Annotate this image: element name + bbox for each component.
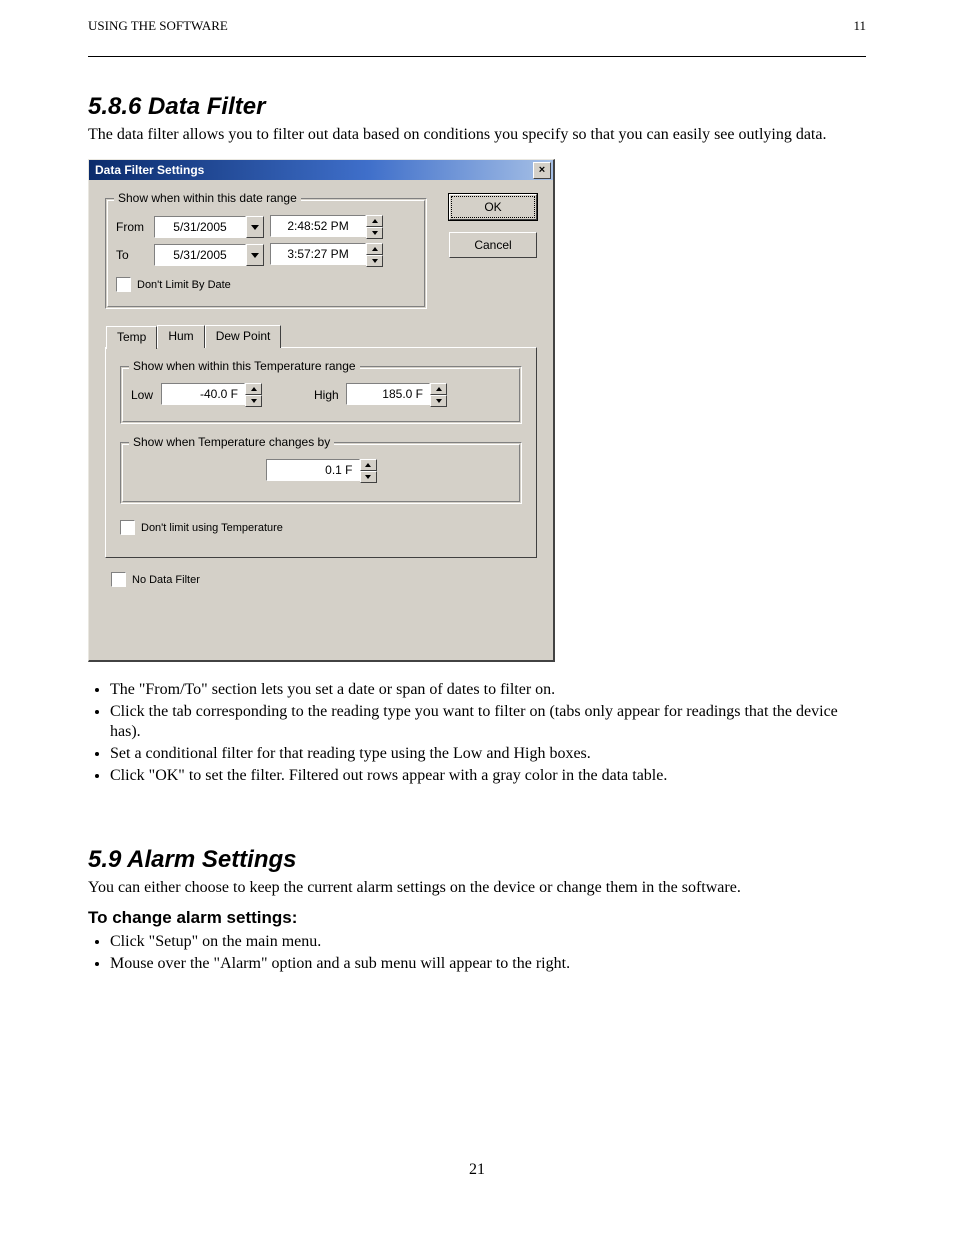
tab-temp[interactable]: Temp [106, 326, 157, 349]
high-down[interactable] [430, 395, 447, 407]
to-date-value: 5/31/2005 [154, 244, 246, 266]
list-item: Mouse over the "Alarm" option and a sub … [110, 954, 866, 974]
chevron-down-icon [372, 259, 378, 263]
cancel-button-label: Cancel [474, 238, 511, 252]
delta-value-spinner[interactable]: 0.1 F [266, 459, 377, 483]
from-date-picker[interactable]: 5/31/2005 [154, 216, 264, 238]
chevron-up-icon [251, 387, 257, 391]
low-value: -40.0 F [161, 383, 245, 405]
low-label: Low [131, 388, 157, 402]
list-item: Set a conditional filter for that readin… [110, 744, 866, 764]
list-item: Click the tab corresponding to the readi… [110, 702, 866, 742]
no-data-filter-label: No Data Filter [132, 574, 200, 586]
cancel-button[interactable]: Cancel [449, 232, 537, 258]
list-item: Click "Setup" on the main menu. [110, 932, 866, 952]
temperature-delta-group: Show when Temperature changes by 0.1 F [120, 442, 522, 504]
page-number: 21 [0, 1161, 954, 1179]
delta-value: 0.1 F [266, 459, 360, 481]
low-up[interactable] [245, 383, 262, 395]
from-label: From [116, 220, 148, 234]
chevron-up-icon [372, 219, 378, 223]
from-time-down[interactable] [366, 227, 383, 239]
chevron-down-icon [251, 399, 257, 403]
section-5.9-heading: 5.9 Alarm Settings [88, 846, 866, 874]
to-time-up[interactable] [366, 243, 383, 255]
tab-bar: Temp Hum Dew Point [106, 325, 537, 348]
temperature-range-caption: Show when within this Temperature range [129, 359, 360, 373]
section-5.8.6-heading: 5.8.6 Data Filter [88, 93, 866, 121]
from-time-picker[interactable]: 2:48:52 PM [270, 215, 383, 239]
header-right: 11 [853, 18, 866, 34]
tab-dew-point[interactable]: Dew Point [205, 325, 282, 348]
chevron-down-icon [251, 253, 259, 258]
header-rule [88, 56, 866, 57]
section-5.8.6-bullets: The "From/To" section lets you set a dat… [110, 680, 866, 786]
list-item: The "From/To" section lets you set a dat… [110, 680, 866, 700]
from-time-value: 2:48:52 PM [270, 215, 366, 237]
section-5.9-intro: You can either choose to keep the curren… [88, 878, 866, 898]
tab-hum[interactable]: Hum [157, 325, 204, 348]
chevron-down-icon [372, 231, 378, 235]
title-bar-text: Data Filter Settings [95, 163, 204, 177]
section-5.9-subheading: To change alarm settings: [88, 908, 866, 928]
dont-limit-temperature-label: Don't limit using Temperature [141, 522, 283, 534]
chevron-down-icon [436, 399, 442, 403]
close-button[interactable]: × [533, 162, 551, 179]
close-icon: × [539, 165, 545, 176]
page-header: USING THE SOFTWARE 11 [88, 18, 866, 34]
data-filter-dialog: Data Filter Settings × OK Cancel Show wh… [88, 159, 555, 662]
low-value-spinner[interactable]: -40.0 F [161, 383, 262, 407]
chevron-up-icon [436, 387, 442, 391]
chevron-up-icon [365, 463, 371, 467]
to-date-picker[interactable]: 5/31/2005 [154, 244, 264, 266]
to-label: To [116, 248, 148, 262]
date-range-group: Show when within this date range From 5/… [105, 198, 427, 309]
title-bar[interactable]: Data Filter Settings × [89, 160, 553, 180]
chevron-down-icon [251, 225, 259, 230]
temperature-range-group: Show when within this Temperature range … [120, 366, 522, 424]
to-date-dropdown[interactable] [246, 244, 264, 266]
high-label: High [314, 388, 342, 402]
ok-button[interactable]: OK [449, 194, 537, 220]
high-value-spinner[interactable]: 185.0 F [346, 383, 447, 407]
to-time-down[interactable] [366, 255, 383, 267]
header-left: USING THE SOFTWARE [88, 18, 228, 34]
to-time-value: 3:57:27 PM [270, 243, 366, 265]
from-date-value: 5/31/2005 [154, 216, 246, 238]
dont-limit-date-checkbox[interactable] [116, 277, 131, 292]
to-time-picker[interactable]: 3:57:27 PM [270, 243, 383, 267]
from-time-up[interactable] [366, 215, 383, 227]
delta-down[interactable] [360, 471, 377, 483]
dont-limit-date-label: Don't Limit By Date [137, 279, 231, 291]
no-data-filter-checkbox[interactable] [111, 572, 126, 587]
dont-limit-temperature-checkbox[interactable] [120, 520, 135, 535]
chevron-down-icon [365, 475, 371, 479]
chevron-up-icon [372, 247, 378, 251]
ok-button-label: OK [484, 200, 501, 214]
temperature-delta-caption: Show when Temperature changes by [129, 435, 334, 449]
section-5.9-steps: Click "Setup" on the main menu. Mouse ov… [110, 932, 866, 974]
tab-panel-temp: Show when within this Temperature range … [105, 347, 537, 558]
list-item: Click "OK" to set the filter. Filtered o… [110, 766, 866, 786]
high-value: 185.0 F [346, 383, 430, 405]
delta-up[interactable] [360, 459, 377, 471]
date-range-caption: Show when within this date range [114, 191, 301, 205]
high-up[interactable] [430, 383, 447, 395]
section-5.8.6-intro: The data filter allows you to filter out… [88, 125, 866, 145]
low-down[interactable] [245, 395, 262, 407]
from-date-dropdown[interactable] [246, 216, 264, 238]
